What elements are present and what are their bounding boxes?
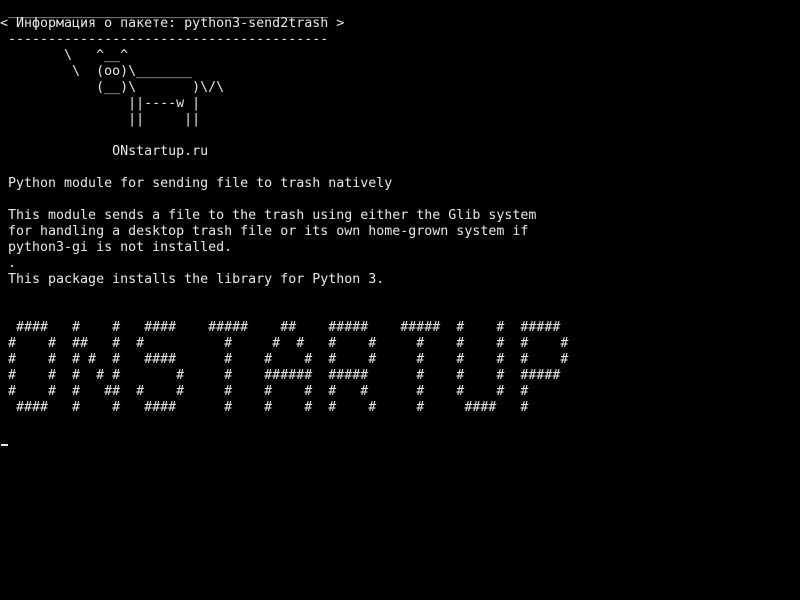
ascii-cow-line: \ ^__^ (0, 48, 129, 63)
ascii-banner-line: #### # # #### # # # # # # #### # (0, 400, 529, 415)
ascii-cow-line: (__)\ )\/\ (0, 80, 225, 95)
ascii-cow-line: || || (0, 112, 201, 127)
ascii-cow-line: \ (oo)\_______ (0, 64, 193, 79)
package-description-line: . (0, 256, 17, 271)
package-description-line: python3-gi is not installed. (0, 240, 233, 255)
package-summary: Python module for sending file to trash … (0, 176, 393, 191)
ascii-banner-line: #### # # #### ##### ## ##### ##### # # #… (0, 320, 561, 335)
site-name: ONstartup.ru (0, 144, 209, 159)
ascii-banner-line: # # # ## # # # # # # # # # # # (0, 384, 529, 399)
text-cursor (1, 444, 8, 446)
ascii-banner-line: # # ## # # # # # # # # # # # # (0, 336, 569, 351)
package-description-line: This package installs the library for Py… (0, 272, 385, 287)
ascii-banner-line: # # # # # # # ###### ##### # # # ##### (0, 368, 561, 383)
ascii-cow-line: ||----w | (0, 96, 201, 111)
package-description-line: for handling a desktop trash file or its… (0, 224, 529, 239)
bubble-title: < Информация о пакете: python3-send2tras… (0, 16, 345, 31)
bubble-bottom-border: ---------------------------------------- (0, 32, 329, 47)
ascii-banner-line: # # # # # #### # # # # # # # # # # (0, 352, 569, 367)
package-description-line: This module sends a file to the trash us… (0, 208, 537, 223)
terminal-screen[interactable]: ________________________________________… (0, 0, 800, 600)
